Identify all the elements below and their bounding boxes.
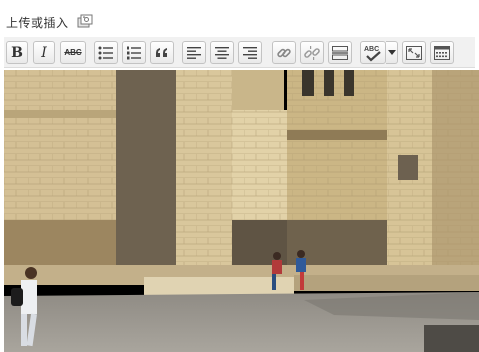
- photo-stone-building-courtyard: [4, 70, 479, 352]
- spellcheck-language-dropdown[interactable]: [386, 41, 398, 64]
- numbered-list-icon: [127, 46, 141, 59]
- kitchen-sink-button[interactable]: [430, 41, 454, 64]
- italic-icon: I: [41, 44, 47, 61]
- bold-button[interactable]: B: [6, 41, 28, 64]
- link-icon: [277, 48, 291, 57]
- bold-icon: B: [11, 44, 23, 61]
- svg-text:ABC: ABC: [364, 46, 379, 53]
- fullscreen-icon: [406, 45, 422, 60]
- remove-link-button[interactable]: [300, 41, 324, 64]
- upload-insert-label: 上传或插入: [6, 15, 69, 30]
- blockquote-button[interactable]: [150, 41, 174, 64]
- spellcheck-icon: ABC: [364, 46, 381, 62]
- insert-link-button[interactable]: [272, 41, 296, 64]
- more-tag-icon: [332, 45, 348, 60]
- kitchen-sink-icon: [434, 45, 450, 60]
- blockquote-icon: [156, 47, 167, 57]
- align-left-button[interactable]: [182, 41, 206, 64]
- bulleted-list-icon: [98, 46, 113, 59]
- align-center-icon: [215, 46, 229, 59]
- strikethrough-icon: ABC: [64, 48, 82, 57]
- spellcheck-button[interactable]: ABC: [360, 41, 386, 64]
- numbered-list-button[interactable]: [122, 41, 146, 64]
- chevron-down-icon: [387, 49, 396, 55]
- bulleted-list-button[interactable]: [94, 41, 118, 64]
- align-right-button[interactable]: [238, 41, 262, 64]
- align-left-icon: [187, 46, 201, 59]
- italic-button[interactable]: I: [33, 41, 55, 64]
- insert-more-button[interactable]: [328, 41, 352, 64]
- align-center-button[interactable]: [210, 41, 234, 64]
- upload-insert-row: 上传或插入: [6, 12, 93, 32]
- add-media-icon[interactable]: [77, 14, 93, 30]
- strikethrough-button[interactable]: ABC: [60, 41, 86, 64]
- editor-toolbar: B I ABC ABC: [4, 37, 475, 68]
- align-right-icon: [243, 46, 257, 59]
- fullscreen-button[interactable]: [402, 41, 426, 64]
- editor-image[interactable]: [4, 70, 479, 352]
- unlink-icon: [304, 45, 320, 60]
